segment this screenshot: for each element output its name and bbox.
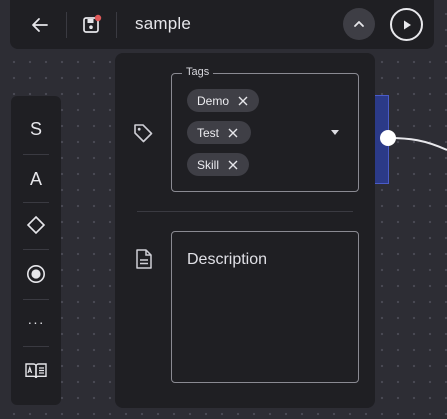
tag-chip: Test [187, 121, 251, 144]
tool-a-button[interactable]: A [11, 156, 61, 202]
unsaved-indicator [94, 14, 102, 22]
tag-chip: Skill [187, 153, 249, 176]
close-icon [228, 128, 238, 137]
collapse-panel-button[interactable] [343, 8, 375, 40]
tags-label: Tags [182, 66, 214, 78]
remove-tag-button[interactable] [236, 94, 250, 108]
back-button[interactable] [24, 9, 56, 41]
run-button[interactable] [390, 8, 423, 41]
remove-tag-button[interactable] [226, 158, 240, 172]
details-panel: Tags Demo Test Skill Description [115, 53, 375, 408]
toolbar-divider [116, 12, 117, 38]
book-ai-icon [25, 363, 47, 379]
tag-chip-label: Skill [197, 157, 220, 172]
tool-separator [23, 249, 49, 250]
section-divider [137, 211, 353, 212]
tag-icon [134, 124, 153, 143]
page-title: sample [135, 14, 192, 33]
tool-separator [23, 346, 49, 347]
more-tools-button[interactable]: ··· [11, 299, 61, 345]
node-output-port[interactable] [380, 130, 396, 146]
tags-field[interactable]: Tags Demo Test Skill [171, 66, 359, 192]
save-button[interactable] [76, 9, 108, 41]
description-textarea[interactable]: Description [171, 231, 359, 383]
arrow-left-icon [32, 18, 48, 32]
toolbar-divider [66, 12, 67, 38]
radio-target-icon [27, 265, 45, 283]
description-placeholder: Description [187, 251, 268, 268]
tool-s-button[interactable]: S [11, 106, 61, 152]
chevron-up-icon [354, 21, 364, 27]
tool-book-button[interactable] [11, 348, 61, 394]
tool-radio-button[interactable] [11, 251, 61, 297]
tag-chip-label: Demo [197, 93, 230, 108]
close-icon [238, 96, 248, 105]
left-toolbar: S A ··· [11, 96, 61, 405]
document-icon [136, 249, 152, 269]
play-icon [403, 20, 411, 29]
tags-dropdown-arrow-icon[interactable] [331, 130, 339, 135]
remove-tag-button[interactable] [226, 126, 240, 140]
tag-chip: Demo [187, 89, 259, 112]
diamond-icon [26, 215, 46, 235]
close-icon [228, 160, 238, 169]
tool-diamond-button[interactable] [11, 202, 61, 248]
top-bar: sample [10, 0, 434, 49]
save-icon [83, 14, 102, 33]
tag-chip-label: Test [197, 125, 220, 140]
tool-separator [23, 154, 49, 155]
